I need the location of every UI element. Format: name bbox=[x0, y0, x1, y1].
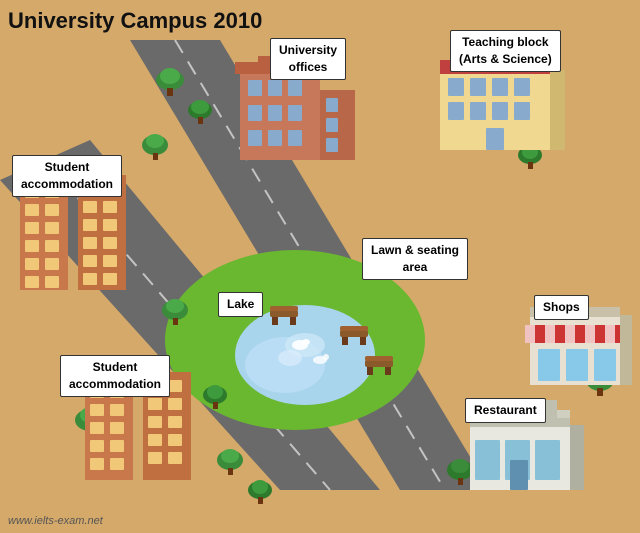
label-student-acc-bottom: Studentaccommodation bbox=[60, 355, 170, 397]
campus-map: University Campus 2010 University office… bbox=[0, 0, 640, 533]
label-restaurant: Restaurant bbox=[465, 398, 546, 423]
label-university-offices: University offices bbox=[270, 38, 346, 80]
label-teaching-block: Teaching block(Arts & Science) bbox=[450, 30, 561, 72]
label-shops: Shops bbox=[534, 295, 589, 320]
label-lawn-seating: Lawn & seatingarea bbox=[362, 238, 468, 280]
map-title: University Campus 2010 bbox=[8, 8, 262, 34]
footer-text: www.ielts-exam.net bbox=[8, 515, 103, 527]
label-lake: Lake bbox=[218, 292, 263, 317]
label-student-acc-top: Studentaccommodation bbox=[12, 155, 122, 197]
